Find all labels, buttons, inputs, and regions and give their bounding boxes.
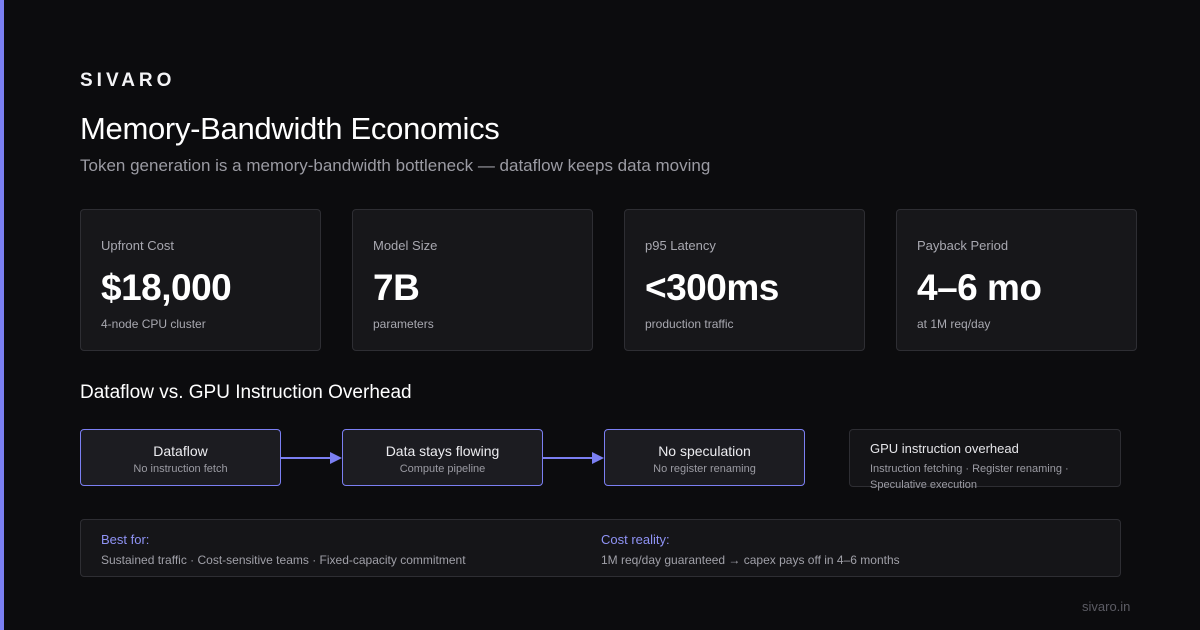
section-title: Dataflow vs. GPU Instruction Overhead	[80, 382, 412, 403]
flow-step-title: Dataflow	[153, 443, 208, 459]
brand-logo: SIVARO	[80, 70, 176, 91]
metric-card-p95-latency: p95 Latency <300ms production traffic	[624, 209, 865, 351]
metric-card-model-size: Model Size 7B parameters	[352, 209, 593, 351]
metric-label: Payback Period	[917, 238, 1009, 253]
cost-reality-label: Cost reality:	[601, 532, 670, 547]
gpu-overhead-details: Instruction fetching · Register renaming…	[870, 463, 1069, 491]
flow-step-title: No speculation	[658, 443, 751, 459]
accent-bar	[0, 0, 4, 630]
metric-note: at 1M req/day	[917, 317, 991, 331]
metric-value: <300ms	[645, 267, 779, 308]
metric-note: 4-node CPU cluster	[101, 317, 206, 331]
metric-card-upfront-cost: Upfront Cost $18,000 4-node CPU cluster	[80, 209, 321, 351]
metric-value: 4–6 mo	[917, 267, 1042, 308]
metric-note: production traffic	[645, 317, 734, 331]
metric-label: p95 Latency	[645, 238, 716, 253]
flow-step-title: Data stays flowing	[385, 443, 500, 459]
best-for-text: Sustained traffic · Cost-sensitive teams…	[101, 553, 466, 567]
flow-step-no-speculation: No speculation No register renaming	[604, 429, 805, 486]
gpu-overhead-title: GPU instruction overhead	[870, 441, 1019, 456]
cost-reality-text: 1M req/day guaranteed → capex pays off i…	[601, 553, 900, 567]
page-subtitle: Token generation is a memory-bandwidth b…	[80, 156, 711, 175]
metric-value: $18,000	[101, 267, 232, 308]
summary-panel: Best for: Sustained traffic · Cost-sensi…	[80, 519, 1121, 577]
page-title: Memory-Bandwidth Economics	[80, 111, 500, 146]
flow-step-subtitle: No instruction fetch	[133, 463, 228, 475]
metric-note: parameters	[373, 317, 434, 331]
metric-card-payback-period: Payback Period 4–6 mo at 1M req/day	[896, 209, 1137, 351]
cost-reality-section: Cost reality: 1M req/day guaranteed → ca…	[601, 532, 900, 567]
gpu-overhead-box: GPU instruction overhead Instruction fet…	[849, 429, 1121, 491]
best-for-section: Best for: Sustained traffic · Cost-sensi…	[101, 532, 466, 567]
metric-value: 7B	[373, 267, 420, 308]
flow-step-subtitle: No register renaming	[653, 463, 756, 475]
metric-label: Model Size	[373, 238, 438, 253]
right-arrow-icon	[281, 452, 342, 464]
flow-step-dataflow: Dataflow No instruction fetch	[80, 429, 281, 486]
metric-cards: Upfront Cost $18,000 4-node CPU cluster …	[80, 209, 1137, 351]
footer-url: sivaro.in	[1082, 599, 1131, 614]
flow-step-data-stays-flowing: Data stays flowing Compute pipeline	[342, 429, 543, 486]
best-for-label: Best for:	[101, 532, 150, 547]
flow-step-subtitle: Compute pipeline	[399, 463, 486, 475]
metric-label: Upfront Cost	[101, 238, 174, 253]
right-arrow-icon	[543, 452, 604, 464]
